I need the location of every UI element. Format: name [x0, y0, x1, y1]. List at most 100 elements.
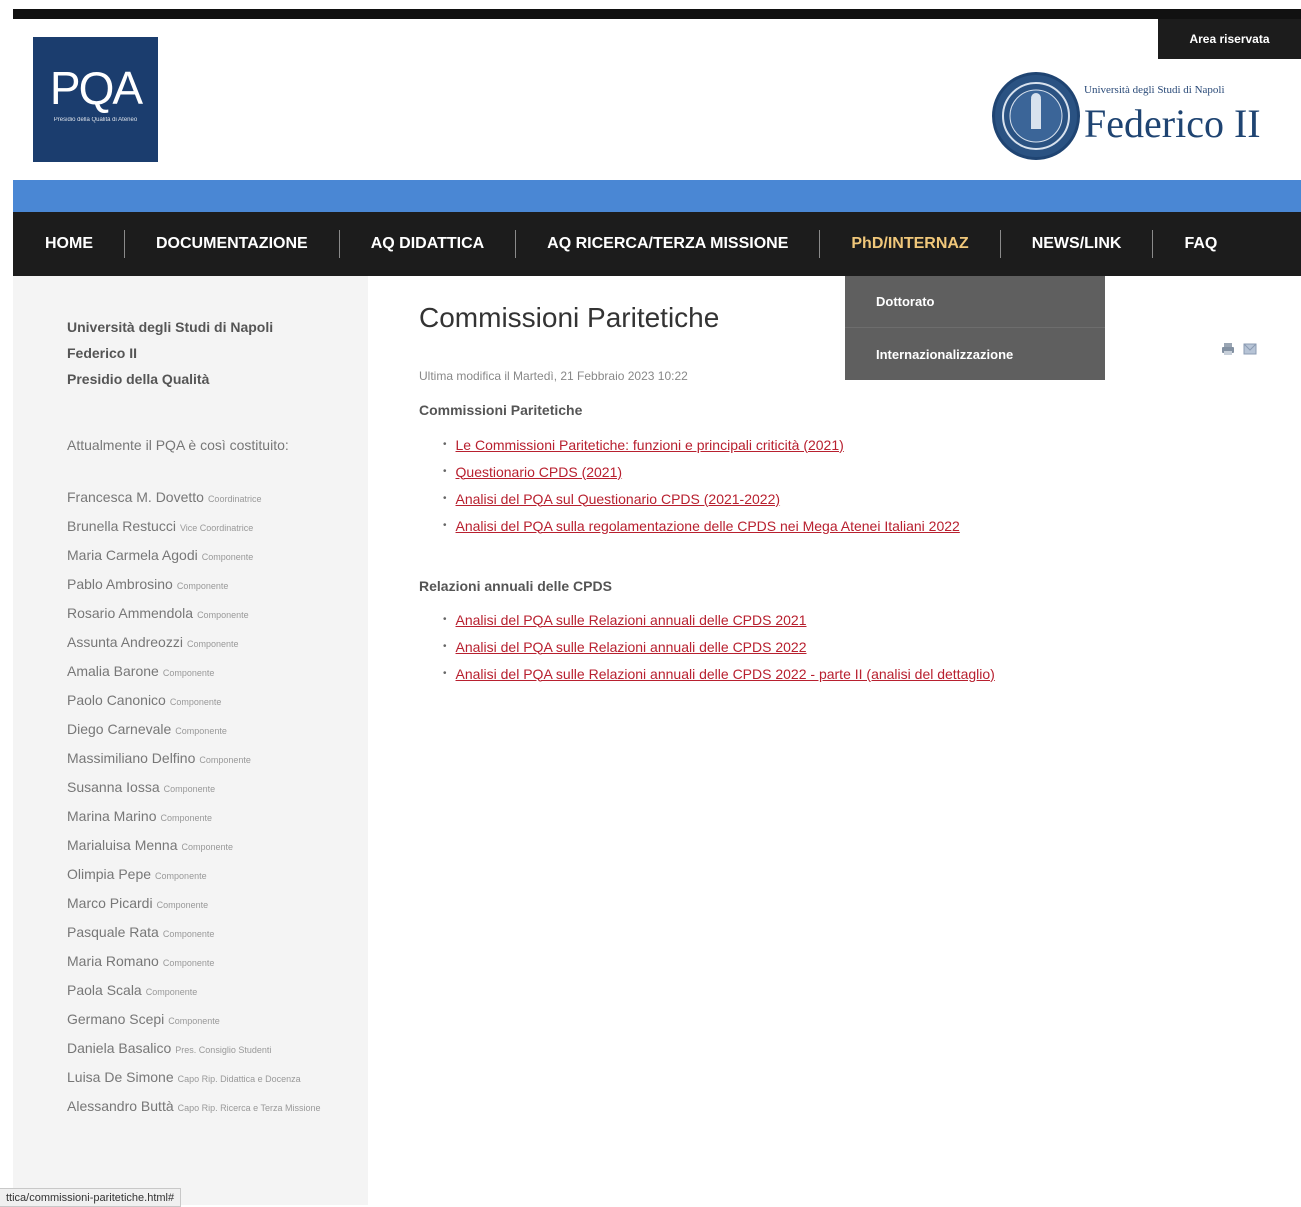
- member-name: Germano Scepi: [67, 1011, 165, 1027]
- member-name: Marialuisa Menna: [67, 837, 178, 853]
- relazioni-links: • Analisi del PQA sulle Relazioni annuali…: [443, 606, 995, 687]
- nav-home[interactable]: HOME: [13, 230, 124, 258]
- nav-aq-ricerca[interactable]: AQ RICERCA/TERZA MISSIONE: [515, 230, 819, 258]
- member-item: Maria Romano Componente: [67, 948, 327, 977]
- document-link[interactable]: Analisi del PQA sulla regolamentazione d…: [456, 518, 960, 534]
- print-icon[interactable]: [1221, 342, 1235, 356]
- member-name: Massimiliano Delfino: [67, 750, 196, 766]
- section-title-commissioni: Commissioni Paritetiche: [419, 402, 583, 418]
- member-item: Assunta Andreozzi Componente: [67, 629, 327, 658]
- university-seal-icon: [992, 72, 1080, 160]
- member-item: Marialuisa Menna Componente: [67, 832, 327, 861]
- member-name: Brunella Restucci: [67, 518, 176, 534]
- sidebar-title-line: Presidio della Qualità: [67, 371, 210, 387]
- status-bar-url: ttica/commissioni-paritetiche.html#: [0, 1188, 182, 1207]
- member-name: Olimpia Pepe: [67, 866, 152, 882]
- member-item: Germano Scepi Componente: [67, 1006, 327, 1035]
- member-name: Maria Romano: [67, 953, 159, 969]
- member-item: Marina Marino Componente: [67, 803, 327, 832]
- member-name: Paola Scala: [67, 982, 142, 998]
- member-role: Capo Rip. Ricerca e Terza Missione: [177, 1103, 321, 1113]
- email-icon[interactable]: [1243, 342, 1257, 356]
- sidebar-title: Università degli Studi di Napoli Federic…: [67, 314, 327, 392]
- pqa-logo-subtext: Presidio della Qualità di Ateneo: [53, 117, 138, 123]
- bullet-icon: •: [443, 520, 447, 531]
- page-title: Commissioni Paritetiche: [419, 302, 720, 333]
- member-item: Daniela Basalico Pres. Consiglio Studenti: [67, 1035, 327, 1064]
- member-item: Susanna Iossa Componente: [67, 774, 327, 803]
- member-item: Alessandro Buttà Capo Rip. Ricerca e Terz…: [67, 1093, 327, 1122]
- document-link[interactable]: Analisi del PQA sulle Relazioni annuali …: [456, 666, 995, 682]
- member-name: Susanna Iossa: [67, 779, 160, 795]
- article-tools: [1221, 342, 1257, 356]
- document-link[interactable]: Le Commissioni Paritetiche: funzioni e p…: [456, 437, 844, 453]
- member-role: Componente: [156, 900, 209, 910]
- member-name: Alessandro Buttà: [67, 1098, 174, 1114]
- dropdown-item-internazionalizzazione[interactable]: Internazionalizzazione: [845, 328, 1105, 380]
- member-name: Marina Marino: [67, 808, 157, 824]
- last-modified: Ultima modifica il Martedì, 21 Febbraio …: [419, 369, 688, 383]
- bullet-icon: •: [443, 614, 447, 625]
- member-name: Diego Carnevale: [67, 721, 172, 737]
- members-list: Francesca M. Dovetto Coordinatrice Brunell…: [67, 484, 327, 1122]
- member-name: Paolo Canonico: [67, 692, 166, 708]
- member-item: Rosario Ammendola Componente: [67, 600, 327, 629]
- member-item: Luisa De Simone Capo Rip. Didattica e Doc…: [67, 1064, 327, 1093]
- member-role: Componente: [162, 668, 215, 678]
- member-role: Componente: [168, 1016, 220, 1026]
- nav-documentazione[interactable]: DOCUMENTAZIONE: [124, 230, 339, 258]
- member-name: Luisa De Simone: [67, 1069, 174, 1085]
- link-item: • Le Commissioni Paritetiche: funzioni e …: [443, 431, 960, 458]
- member-role: Componente: [181, 842, 234, 852]
- member-name: Amalia Barone: [67, 663, 159, 679]
- link-item: • Analisi del PQA sulle Relazioni annuali…: [443, 660, 995, 687]
- member-role: Componente: [176, 581, 229, 591]
- member-name: Francesca M. Dovetto: [67, 489, 204, 505]
- member-role: Componente: [175, 726, 227, 736]
- phd-dropdown-menu: Dottorato Internazionalizzazione: [845, 276, 1105, 380]
- member-item: Diego Carnevale Componente: [67, 716, 327, 745]
- member-name: Marco Picardi: [67, 895, 153, 911]
- pqa-logo-text: PQA: [49, 62, 143, 114]
- nav-news-link[interactable]: NEWS/LINK: [999, 230, 1153, 258]
- link-item: • Questionario CPDS (2021): [443, 458, 960, 485]
- member-item: Brunella Restucci Vice Coordinatrice: [67, 513, 327, 542]
- member-role: Componente: [155, 871, 207, 881]
- pqa-logo[interactable]: PQA Presidio della Qualità di Ateneo: [33, 37, 158, 162]
- reserved-area-button[interactable]: Area riservata: [1158, 19, 1301, 59]
- nav-phd-internaz[interactable]: PhD/INTERNAZ: [819, 230, 999, 258]
- bullet-icon: •: [443, 668, 447, 679]
- member-name: Pasquale Rata: [67, 924, 159, 940]
- federico-logo[interactable]: Università degli Studi di Napoli Federic…: [992, 72, 1287, 162]
- member-role: Componente: [186, 639, 239, 649]
- main-nav: HOME DOCUMENTAZIONE AQ DIDATTICA AQ RICE…: [13, 212, 1301, 276]
- member-role: Componente: [201, 552, 254, 562]
- member-item: Paola Scala Componente: [67, 977, 327, 1006]
- document-link[interactable]: Analisi del PQA sulle Relazioni annuali …: [456, 639, 807, 655]
- member-role: Capo Rip. Didattica e Docenza: [177, 1074, 301, 1084]
- member-role: Pres. Consiglio Studenti: [175, 1045, 272, 1055]
- member-item: Amalia Barone Componente: [67, 658, 327, 687]
- section-title-relazioni: Relazioni annuali delle CPDS: [419, 578, 612, 594]
- dropdown-item-dottorato[interactable]: Dottorato: [845, 276, 1105, 328]
- link-item: • Analisi del PQA sulla regolamentazione …: [443, 512, 960, 539]
- member-item: Francesca M. Dovetto Coordinatrice: [67, 484, 327, 513]
- bullet-icon: •: [443, 493, 447, 504]
- member-name: Rosario Ammendola: [67, 605, 194, 621]
- sidebar-title-line: Federico II: [67, 345, 138, 361]
- document-link[interactable]: Analisi del PQA sul Questionario CPDS (2…: [456, 491, 781, 507]
- link-item: • Analisi del PQA sul Questionario CPDS (…: [443, 485, 960, 512]
- document-link[interactable]: Questionario CPDS (2021): [456, 464, 623, 480]
- member-role: Coordinatrice: [207, 494, 262, 504]
- document-link[interactable]: Analisi del PQA sulle Relazioni annuali …: [456, 612, 807, 628]
- top-bar: [13, 9, 1301, 19]
- member-name: Pablo Ambrosino: [67, 576, 173, 592]
- member-role: Componente: [160, 813, 213, 823]
- nav-aq-didattica[interactable]: AQ DIDATTICA: [338, 230, 515, 258]
- member-name: Maria Carmela Agodi: [67, 547, 198, 563]
- nav-faq[interactable]: FAQ: [1152, 230, 1248, 258]
- federico-title: Federico II: [1084, 101, 1261, 146]
- member-item: Paolo Canonico Componente: [67, 687, 327, 716]
- member-role: Componente: [163, 784, 216, 794]
- commissioni-links: • Le Commissioni Paritetiche: funzioni e …: [443, 431, 960, 539]
